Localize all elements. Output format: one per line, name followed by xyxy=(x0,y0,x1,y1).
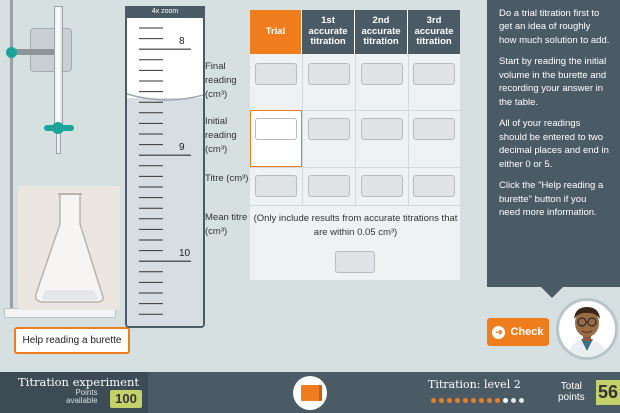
conical-flask-card xyxy=(18,186,120,310)
progress-dot xyxy=(479,398,484,403)
zoom-scale xyxy=(127,27,203,315)
initial-accurate-3-input[interactable] xyxy=(413,118,455,140)
titre-accurate-2-input[interactable] xyxy=(361,175,403,197)
experiment-title: Titration experiment xyxy=(18,375,139,389)
instructions-panel: Do a trial titration first to get an ide… xyxy=(487,0,620,287)
level-label: Titration: level 2 xyxy=(428,378,521,391)
accuracy-note: (Only include results from accurate titr… xyxy=(253,213,458,238)
points-available-value: 100 xyxy=(110,390,142,408)
initial-accurate-2-input[interactable] xyxy=(361,118,403,140)
titre-accurate-3-input[interactable] xyxy=(413,175,455,197)
tick-label-8: 8 xyxy=(179,36,185,47)
progress-dot xyxy=(447,398,452,403)
scientist-avatar-icon xyxy=(567,307,607,357)
final-accurate-2-input[interactable] xyxy=(361,63,403,85)
progress-dot xyxy=(463,398,468,403)
zoom-title: 4x zoom xyxy=(127,6,203,18)
notebook-button[interactable] xyxy=(293,376,327,410)
titre-accurate-1-input[interactable] xyxy=(308,175,350,197)
header-2nd-accurate: 2nd accurate titration xyxy=(355,10,408,54)
mean-titre-input[interactable] xyxy=(335,251,375,273)
arrow-right-icon: ➜ xyxy=(492,325,506,339)
level-progress-dots xyxy=(431,398,524,403)
col-divider xyxy=(302,54,303,205)
footer-bar: Titration experiment Points available 10… xyxy=(0,372,620,413)
points-label-line: available xyxy=(66,396,98,406)
burette-tap-knob[interactable] xyxy=(52,122,64,134)
results-table: Trial 1st accurate titration 2nd accurat… xyxy=(205,10,460,280)
meniscus xyxy=(127,93,203,101)
tick-label-9: 9 xyxy=(179,142,185,153)
titre-trial-input[interactable] xyxy=(255,175,297,197)
progress-dot xyxy=(503,398,508,403)
progress-dot xyxy=(471,398,476,403)
initial-accurate-1-input[interactable] xyxy=(308,118,350,140)
instruction-text: Start by reading the initial volume in t… xyxy=(499,56,607,108)
header-1st-accurate: 1st accurate titration xyxy=(302,10,355,54)
conical-flask-icon xyxy=(34,193,104,303)
final-accurate-1-input[interactable] xyxy=(308,63,350,85)
row-divider xyxy=(250,205,460,206)
help-reading-burette-button[interactable]: Help reading a burette xyxy=(14,327,130,354)
progress-dot xyxy=(487,398,492,403)
scientist-avatar xyxy=(556,298,618,360)
header-3rd-accurate: 3rd accurate titration xyxy=(408,10,460,54)
points-available-label: Points available xyxy=(66,388,98,406)
check-label: Check xyxy=(510,326,544,338)
instruction-text: All of your readings should be entered t… xyxy=(499,118,609,170)
progress-dot xyxy=(431,398,436,403)
burette xyxy=(54,6,63,124)
progress-dot xyxy=(495,398,500,403)
progress-dot xyxy=(519,398,524,403)
final-trial-input[interactable] xyxy=(255,63,297,85)
total-label-line: points xyxy=(558,392,585,403)
row-label-final: Final reading (cm³) xyxy=(205,61,237,100)
initial-trial-input[interactable] xyxy=(255,118,297,140)
burette-zoom-view: 4x zoom 8 9 10 xyxy=(125,6,205,328)
book-icon xyxy=(301,385,319,401)
col-divider xyxy=(408,54,409,205)
experiment-stage: Help reading a burette 4x zoom 8 9 10 Tr… xyxy=(0,0,620,372)
instruction-text: Do a trial titration first to get an ide… xyxy=(499,8,610,46)
total-points-value: 56 xyxy=(596,380,620,405)
total-points-label: Total points xyxy=(558,381,585,403)
speech-tail xyxy=(540,286,564,298)
clamp-screw-icon xyxy=(6,47,17,58)
row-label-initial: Initial reading (cm³) xyxy=(205,116,237,155)
clamp-arm xyxy=(14,49,54,55)
progress-dot xyxy=(511,398,516,403)
final-accurate-3-input[interactable] xyxy=(413,63,455,85)
instruction-text: Click the "Help reading a burette" butto… xyxy=(499,180,604,219)
progress-dot xyxy=(439,398,444,403)
col-divider xyxy=(355,54,356,205)
check-button[interactable]: ➜ Check xyxy=(487,318,549,346)
row-label-mean: Mean titre (cm³) xyxy=(205,212,248,237)
progress-dot xyxy=(455,398,460,403)
row-label-titre: Titre (cm³) xyxy=(205,173,249,184)
header-trial: Trial xyxy=(250,10,302,54)
total-label-line: Total xyxy=(560,381,582,392)
tick-label-10: 10 xyxy=(179,248,191,259)
